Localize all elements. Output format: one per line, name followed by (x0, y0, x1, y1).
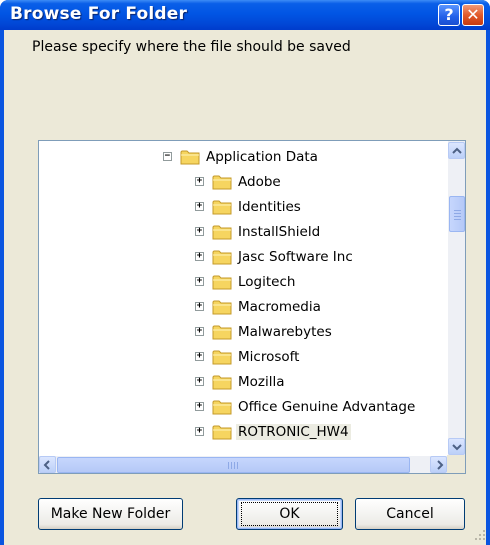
folder-icon (212, 424, 233, 441)
tree-item[interactable]: + Jasc Software Inc (39, 247, 439, 269)
folder-icon (212, 324, 233, 341)
tree-item[interactable]: + InstallShield (39, 222, 439, 244)
tree-item-label: Adobe (238, 174, 281, 190)
tree-item-label: Application Data (206, 149, 318, 165)
chevron-down-icon (452, 444, 462, 451)
prompt-area (29, 90, 469, 145)
tree-item[interactable]: − Application Data (39, 147, 439, 169)
vertical-scroll-thumb[interactable] (449, 196, 465, 232)
tree-item-label: Office Genuine Advantage (238, 399, 416, 415)
tree-item[interactable]: + Microsoft (39, 347, 439, 369)
expand-icon[interactable]: + (195, 352, 204, 361)
close-button[interactable]: ✕ (462, 4, 484, 26)
folder-icon (212, 299, 233, 316)
folder-icon (212, 274, 233, 291)
tree-item[interactable]: + Logitech (39, 272, 439, 294)
horizontal-scrollbar[interactable] (39, 455, 447, 473)
expand-icon[interactable]: + (195, 252, 204, 261)
folder-icon (212, 224, 233, 241)
cancel-button[interactable]: Cancel (355, 498, 465, 530)
chevron-right-icon (437, 460, 444, 470)
scroll-up-button[interactable] (448, 142, 465, 159)
horizontal-scroll-thumb[interactable] (57, 457, 410, 473)
browse-for-folder-dialog: Browse For Folder ? ✕ Please specify whe… (0, 0, 490, 545)
make-new-folder-label: Make New Folder (50, 506, 171, 522)
tree-item-label: Microsoft (238, 349, 300, 365)
expand-icon[interactable]: + (195, 302, 204, 311)
tree-item-label: Logitech (238, 274, 296, 290)
folder-icon (212, 399, 233, 416)
chevron-up-icon (452, 147, 462, 154)
tree-item-label: Jasc Software Inc (238, 249, 353, 265)
resize-grip-icon[interactable] (474, 529, 486, 541)
instruction-text: Please specify where the file should be … (32, 39, 351, 55)
ok-button[interactable]: OK (236, 498, 343, 530)
help-icon: ? (444, 5, 454, 24)
help-button[interactable]: ? (438, 4, 460, 26)
close-icon: ✕ (466, 5, 480, 24)
tree-item-label: Identities (238, 199, 301, 215)
expand-icon[interactable]: + (195, 427, 204, 436)
tree-item-label: Malwarebytes (238, 324, 332, 340)
folder-icon (212, 199, 233, 216)
expand-icon[interactable]: + (195, 402, 204, 411)
tree-item[interactable]: + Macromedia (39, 297, 439, 319)
scroll-right-button[interactable] (430, 456, 447, 473)
expand-icon[interactable]: + (195, 177, 204, 186)
folder-icon (212, 174, 233, 191)
vertical-scrollbar[interactable] (447, 141, 465, 455)
scroll-left-button[interactable] (39, 456, 56, 473)
folder-icon (180, 149, 201, 166)
tree-item[interactable]: + Office Genuine Advantage (39, 397, 439, 419)
expand-icon[interactable]: + (195, 327, 204, 336)
folder-icon (212, 349, 233, 366)
tree-item[interactable]: + ROTRONIC_HW4 (39, 422, 439, 444)
expand-icon[interactable]: + (195, 277, 204, 286)
scrollbar-corner (447, 455, 465, 473)
tree-item-label: InstallShield (238, 224, 321, 240)
expand-icon[interactable]: + (195, 377, 204, 386)
tree-item[interactable]: + Identities (39, 197, 439, 219)
folder-icon (212, 374, 233, 391)
folder-tree[interactable]: − Application Data + Adobe + Identities + Insta… (38, 140, 466, 474)
tree-item-label: ROTRONIC_HW4 (236, 424, 351, 440)
folder-icon (212, 249, 233, 266)
expand-icon[interactable]: + (195, 202, 204, 211)
chevron-left-icon (43, 460, 50, 470)
window-border-right (486, 30, 490, 545)
tree-item[interactable]: + Malwarebytes (39, 322, 439, 344)
cancel-label: Cancel (386, 506, 434, 522)
title-bar[interactable]: Browse For Folder ? ✕ (0, 0, 490, 30)
make-new-folder-button[interactable]: Make New Folder (38, 498, 183, 530)
focus-rectangle (241, 502, 338, 526)
scroll-down-button[interactable] (448, 438, 465, 455)
expand-icon[interactable]: + (195, 227, 204, 236)
tree-item[interactable]: + Adobe (39, 172, 439, 194)
tree-item-label: Mozilla (238, 374, 285, 390)
window-title: Browse For Folder (10, 4, 188, 24)
tree-item-label: Macromedia (238, 299, 321, 315)
collapse-icon[interactable]: − (163, 152, 172, 161)
tree-item[interactable]: + Mozilla (39, 372, 439, 394)
